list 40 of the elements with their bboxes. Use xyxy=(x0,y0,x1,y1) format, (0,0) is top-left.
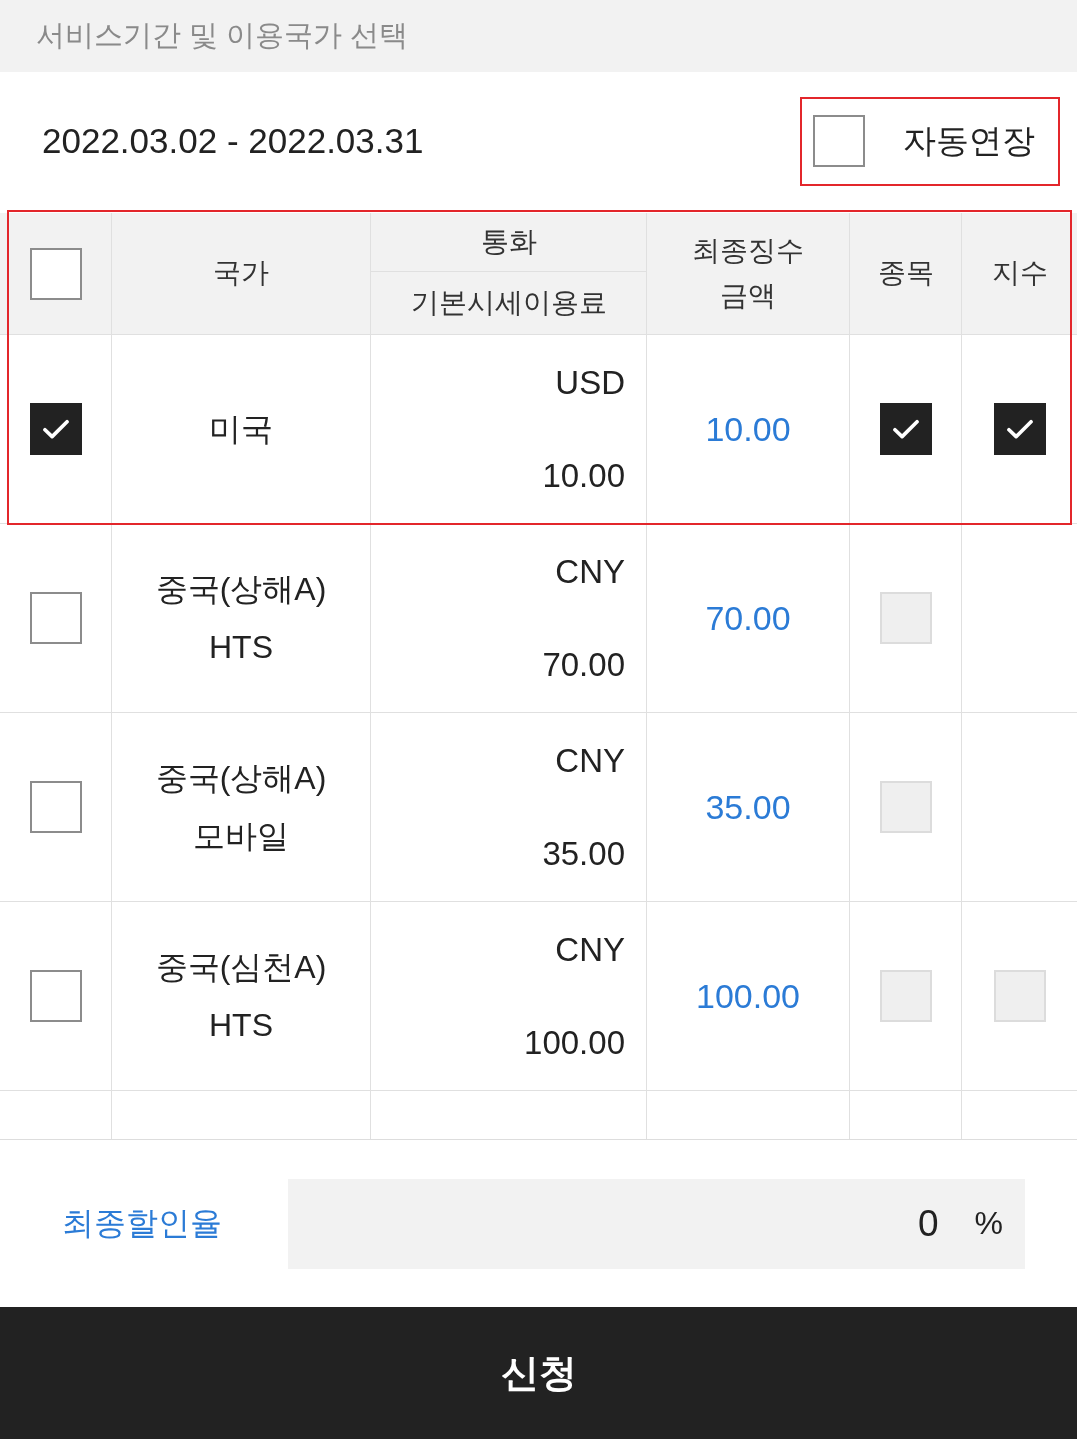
currency-code: USD xyxy=(555,363,625,403)
base-fee: 100.00 xyxy=(524,1023,625,1063)
column-header: 지수 xyxy=(991,256,1048,291)
base-fee: 70.00 xyxy=(542,645,625,685)
percent-unit: % xyxy=(974,1205,1003,1242)
country-name: 중국(심천A) HTS xyxy=(155,948,327,1045)
final-amount: 35.00 xyxy=(705,787,791,827)
checkbox[interactable] xyxy=(813,115,865,167)
check-icon xyxy=(892,418,919,440)
discount-label: 최종할인율 xyxy=(62,1203,223,1243)
checkbox[interactable] xyxy=(879,403,932,455)
checkbox[interactable] xyxy=(993,403,1046,455)
final-amount: 100.00 xyxy=(696,976,800,1016)
auto-renew-label: 자동연장 xyxy=(903,120,1035,161)
check-icon xyxy=(1006,418,1033,440)
column-header: 통화 xyxy=(480,224,537,259)
currency-code: CNY xyxy=(555,930,625,970)
column-header: 기본시세이용료 xyxy=(410,285,607,320)
checkbox[interactable] xyxy=(29,970,82,1022)
discount-field[interactable]: 0 % xyxy=(288,1178,1025,1269)
checkbox[interactable] xyxy=(29,247,82,300)
final-amount: 70.00 xyxy=(705,598,791,638)
column-header: 국가 xyxy=(213,256,269,291)
currency-code: CNY xyxy=(555,552,625,592)
country-name: 중국(상해A) 모바일 xyxy=(155,759,327,856)
column-header: 종목 xyxy=(877,256,934,291)
final-amount: 10.00 xyxy=(705,409,791,449)
base-fee: 35.00 xyxy=(542,834,625,874)
currency-code: CNY xyxy=(555,741,625,781)
column-header: 최종징수 금액 xyxy=(692,233,804,313)
country-name: 미국 xyxy=(209,410,273,449)
checkbox[interactable] xyxy=(29,592,82,644)
base-fee: 10.00 xyxy=(542,456,625,496)
section-title: 서비스기간 및 이용국가 선택 xyxy=(36,18,409,53)
country-name: 중국(상해A) HTS xyxy=(155,570,327,667)
checkbox[interactable] xyxy=(29,781,82,833)
apply-button[interactable]: 신청 xyxy=(0,1307,1077,1439)
checkbox[interactable] xyxy=(29,403,82,455)
date-range: 2022.03.02 - 2022.03.31 xyxy=(42,121,424,161)
check-icon xyxy=(42,418,69,440)
